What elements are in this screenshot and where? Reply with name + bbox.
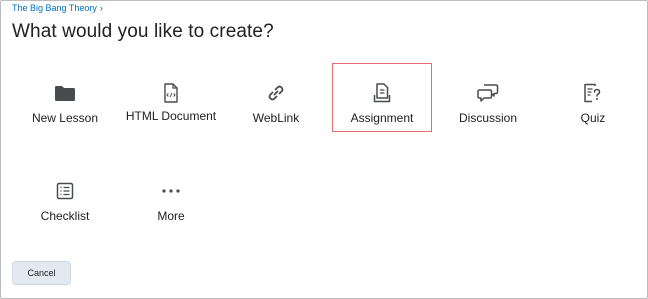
tile-label: WebLink (252, 111, 300, 125)
folder-icon (52, 80, 78, 106)
breadcrumb-separator-icon: › (99, 3, 103, 13)
tile-more[interactable]: More (121, 165, 221, 231)
page-title: What would you like to create? (12, 21, 274, 42)
tile-label: HTML Document (125, 109, 217, 123)
html-file-icon (158, 80, 184, 106)
tile-label: More (157, 209, 185, 223)
tile-weblink[interactable]: WebLink (226, 67, 326, 133)
tile-label: New Lesson (31, 111, 99, 125)
more-icon (158, 178, 184, 204)
tile-label: Checklist (40, 209, 90, 223)
tile-checklist[interactable]: Checklist (15, 165, 115, 231)
tile-quiz[interactable]: Quiz (543, 67, 643, 133)
tile-label: Quiz (580, 111, 606, 125)
tile-new-lesson[interactable]: New Lesson (15, 67, 115, 133)
cancel-button[interactable]: Cancel (12, 261, 71, 285)
link-icon (263, 80, 289, 106)
breadcrumb-course-link[interactable]: The Big Bang Theory (12, 3, 97, 13)
tile-discussion[interactable]: Discussion (438, 67, 538, 133)
tile-label: Assignment (350, 111, 414, 125)
checklist-icon (52, 178, 78, 204)
create-dialog: The Big Bang Theory › What would you lik… (0, 0, 648, 299)
tile-html-document[interactable]: HTML Document (121, 67, 221, 133)
breadcrumb: The Big Bang Theory › (12, 3, 103, 13)
assignment-icon (369, 80, 395, 106)
discussion-icon (475, 80, 501, 106)
tile-label: Discussion (458, 111, 518, 125)
quiz-icon (580, 80, 606, 106)
tile-assignment[interactable]: Assignment (332, 63, 432, 132)
